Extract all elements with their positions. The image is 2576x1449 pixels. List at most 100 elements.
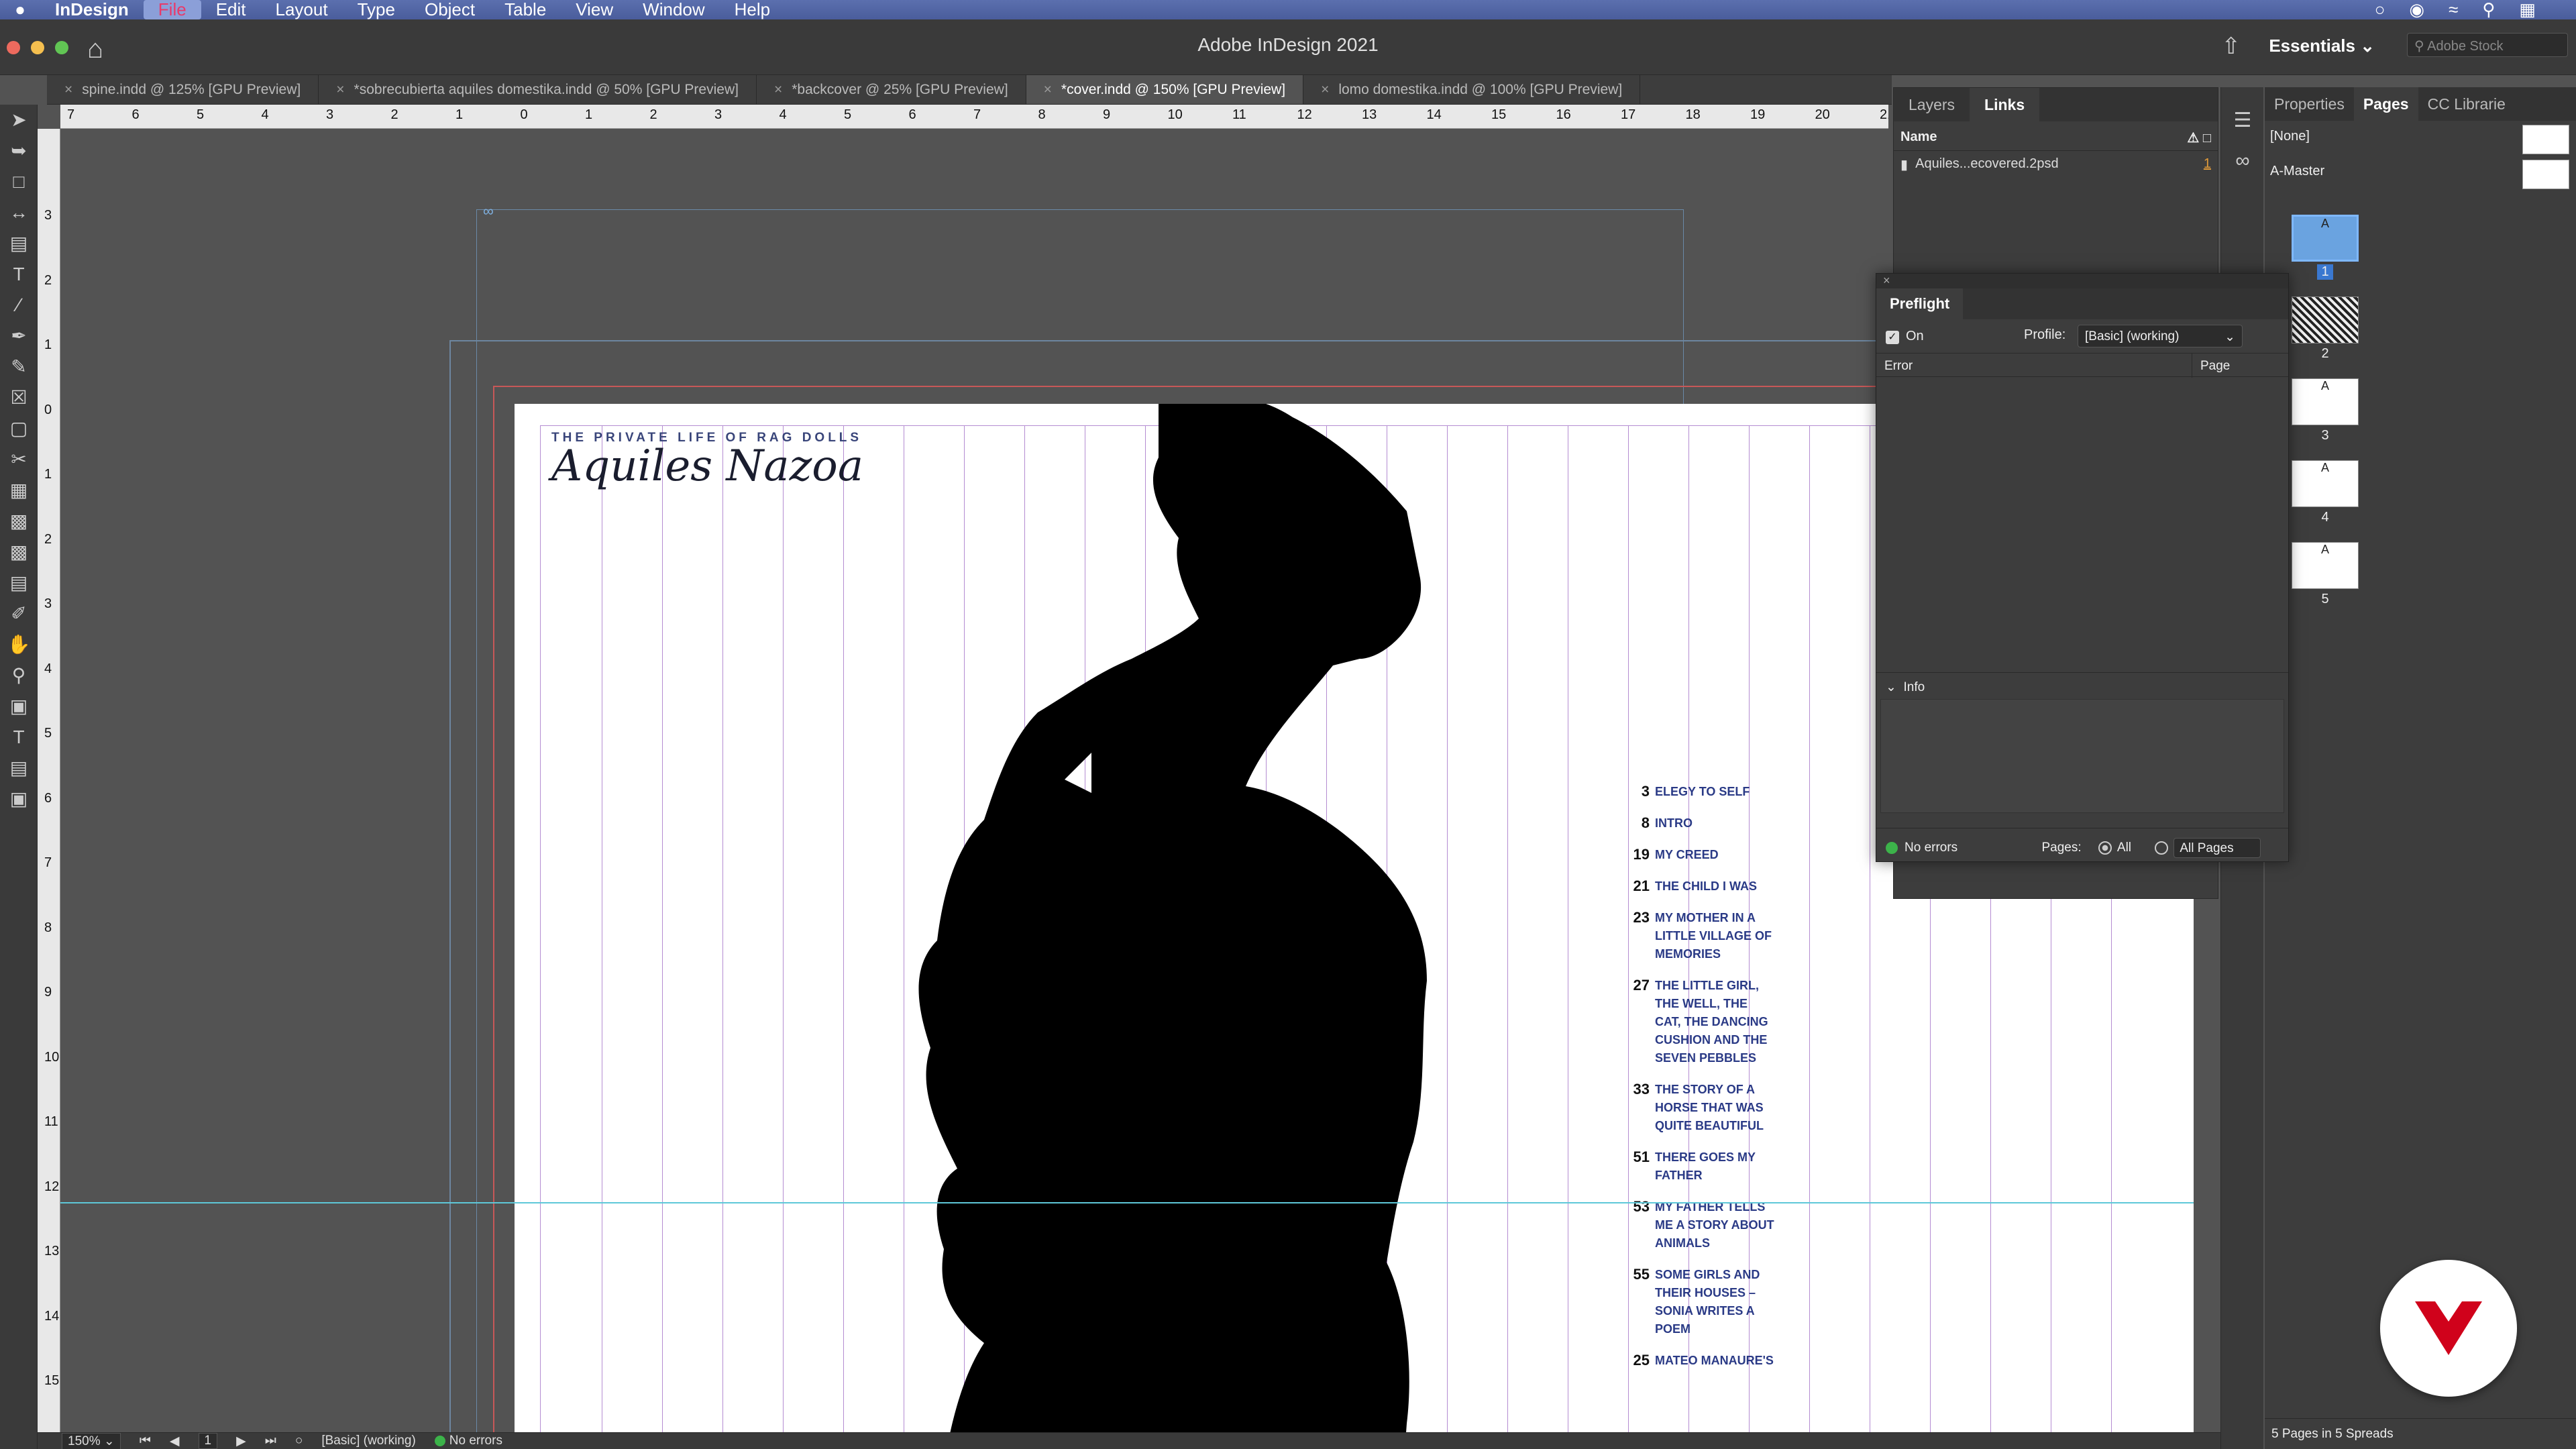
fill-stroke-icon[interactable]: ▣ (0, 691, 38, 722)
tab-lomo[interactable]: × lomo domestika.indd @ 100% [GPU Preview… (1303, 75, 1641, 104)
page-number-field[interactable]: 1 (198, 1433, 218, 1449)
tab-preflight[interactable]: Preflight (1876, 288, 1964, 319)
content-collector-icon[interactable]: ▤ (0, 228, 38, 259)
link-page-number[interactable]: 1 (2204, 156, 2211, 172)
tab-cover[interactable]: × *cover.indd @ 150% [GPU Preview] (1026, 75, 1304, 104)
menu-help[interactable]: Help (720, 0, 785, 19)
control-center-icon[interactable]: ▦ (2519, 0, 2536, 20)
apply-none-icon[interactable]: ▤ (0, 753, 38, 784)
preflight-status-icon[interactable]: ○ (295, 1434, 303, 1448)
document-canvas[interactable]: ∞ THE PRIVATE LIFE OF RAG DOLLS Aquiles … (60, 129, 2194, 1432)
toc-entry[interactable]: 55 SOME GIRLS AND THEIR HOUSES – SONIA WR… (1628, 1266, 1829, 1338)
menu-type[interactable]: Type (343, 0, 410, 19)
menu-edit[interactable]: Edit (201, 0, 261, 19)
link-row[interactable]: ▮ Aquiles...ecovered.2psd 1 (1894, 151, 2218, 178)
links-icon[interactable]: ∞ (2221, 141, 2264, 181)
selection-tool-icon[interactable]: ➤ (0, 105, 38, 136)
pen-tool-icon[interactable]: ✒ (0, 321, 38, 352)
toc-entry[interactable]: 8 INTRO (1628, 814, 1829, 833)
toc-entry[interactable]: 19 MY CREED (1628, 846, 1829, 864)
rag-doll-silhouette-image[interactable] (783, 404, 1554, 1432)
apple-icon[interactable]: ● (0, 0, 40, 20)
adobe-stock-search[interactable]: ⚲ Adobe Stock (2407, 33, 2568, 57)
profile-select[interactable]: [Basic] (working) ⌄ (2078, 325, 2243, 347)
close-icon[interactable]: × (64, 82, 72, 97)
page-thumb-1[interactable]: A1 (2292, 215, 2359, 280)
page-thumb-5[interactable]: A5 (2292, 542, 2359, 607)
first-page-icon[interactable]: ⏮ (140, 1434, 151, 1448)
close-icon[interactable]: × (1044, 82, 1052, 97)
tab-properties[interactable]: Properties (2265, 87, 2354, 121)
page-range-select[interactable]: All Pages (2174, 838, 2261, 858)
creative-cloud-icon[interactable]: ○ (2375, 0, 2385, 20)
menu-file[interactable]: File (143, 0, 201, 19)
share-icon[interactable]: ⇧ (2222, 33, 2241, 60)
menu-table[interactable]: Table (490, 0, 561, 19)
prev-page-icon[interactable]: ◀ (170, 1434, 180, 1449)
gradient-tool-icon[interactable]: ▩ (0, 506, 38, 537)
tab-spine[interactable]: × spine.indd @ 125% [GPU Preview] (47, 75, 319, 104)
master-none[interactable]: [None] (2265, 121, 2576, 156)
tab-backcover[interactable]: × *backcover @ 25% [GPU Preview] (757, 75, 1026, 104)
scissors-tool-icon[interactable]: ✂ (0, 444, 38, 475)
free-transform-tool-icon[interactable]: ▦ (0, 475, 38, 506)
menu-layout[interactable]: Layout (261, 0, 343, 19)
gradient-feather-icon[interactable]: ▩ (0, 537, 38, 568)
page-thumb-2[interactable]: 2 (2292, 297, 2359, 362)
type-tool-icon[interactable]: T (0, 259, 38, 290)
toc-entry[interactable]: 51 THERE GOES MY FATHER (1628, 1148, 1829, 1185)
close-icon[interactable]: × (774, 82, 782, 97)
next-page-icon[interactable]: ▶ (236, 1434, 246, 1449)
screen-mode-icon[interactable]: ▣ (0, 784, 38, 814)
rectangle-tool-icon[interactable]: ▢ (0, 413, 38, 444)
toc-entry[interactable]: 23 MY MOTHER IN A LITTLE VILLAGE OF MEMOR… (1628, 909, 1829, 963)
panel-drag-bar[interactable]: × (1876, 274, 2288, 288)
page-thumb-4[interactable]: A4 (2292, 460, 2359, 525)
info-toggle[interactable]: ⌄ Info (1876, 672, 2288, 699)
tab-links[interactable]: Links (1970, 88, 2040, 121)
table-of-contents[interactable]: 3 ELEGY TO SELF 8 INTRO 19 MY CREED 21 THE CHIL… (1628, 783, 1829, 1383)
wifi-icon[interactable]: ≈ (2449, 0, 2458, 20)
tab-pages[interactable]: Pages (2353, 87, 2418, 121)
close-icon[interactable]: × (1321, 82, 1329, 97)
zoom-select[interactable]: 150% ⌄ (62, 1432, 121, 1449)
toc-entry[interactable]: 21 THE CHILD I WAS (1628, 877, 1829, 896)
menu-window[interactable]: Window (628, 0, 719, 19)
all-pages-radio[interactable] (2098, 841, 2112, 855)
tab-layers[interactable]: Layers (1894, 88, 1970, 121)
search-icon[interactable]: ⚲ (2482, 0, 2495, 20)
horizontal-guide[interactable] (60, 1202, 2194, 1203)
formatting-container-icon[interactable]: T (0, 722, 38, 753)
toc-entry[interactable]: 25 MATEO MANAURE'S (1628, 1352, 1829, 1370)
workspace-switcher[interactable]: Essentials ⌄ (2269, 36, 2375, 56)
error-column-header[interactable]: Error Page (1876, 353, 2288, 378)
vertical-ruler[interactable]: 3 2 1 0 1 2 3 4 5 6 7 8 9 10 11 12 13 14 15 (38, 129, 60, 1432)
hand-tool-icon[interactable]: ✋ (0, 629, 38, 660)
toc-entry[interactable]: 53 MY FATHER TELLS ME A STORY ABOUT ANIMA… (1628, 1198, 1829, 1252)
note-tool-icon[interactable]: ▤ (0, 568, 38, 598)
menu-app[interactable]: InDesign (40, 0, 144, 19)
toc-entry[interactable]: 33 THE STORY OF A HORSE THAT WAS QUITE BE… (1628, 1081, 1829, 1135)
preflight-on-checkbox[interactable]: ✓ (1886, 331, 1899, 344)
warning-icon[interactable]: ⚠ □ (2187, 129, 2211, 146)
layers-icon[interactable]: ☰ (2221, 101, 2264, 141)
line-tool-icon[interactable]: ∕ (0, 290, 38, 321)
tab-cc-libraries[interactable]: CC Librarie (2418, 87, 2515, 121)
error-list[interactable] (1876, 377, 2288, 672)
direct-selection-tool-icon[interactable]: ➥ (0, 136, 38, 166)
page-range-radio[interactable] (2155, 841, 2169, 855)
menu-object[interactable]: Object (410, 0, 490, 19)
zoom-tool-icon[interactable]: ⚲ (0, 660, 38, 691)
last-page-icon[interactable]: ⏭ (265, 1434, 276, 1448)
page-thumb-3[interactable]: A3 (2292, 378, 2359, 443)
errors-status[interactable]: No errors (434, 1434, 502, 1448)
tab-sobrecubierta[interactable]: × *sobrecubierta aquiles domestika.indd @… (319, 75, 757, 104)
horizontal-ruler[interactable]: 7 6 5 4 3 2 1 0 1 2 3 4 5 6 7 8 9 10 11 12 13 14 15 16 17 18 19 20 2… (60, 105, 1888, 129)
domestika-logo-badge[interactable] (2380, 1260, 2517, 1397)
rectangle-frame-tool-icon[interactable]: ☒ (0, 382, 38, 413)
toc-entry[interactable]: 27 THE LITTLE GIRL, THE WELL, THE CAT, TH… (1628, 977, 1829, 1067)
page-tool-icon[interactable]: □ (0, 166, 38, 197)
profile-status[interactable]: [Basic] (working) (321, 1434, 415, 1448)
toc-entry[interactable]: 3 ELEGY TO SELF (1628, 783, 1829, 801)
sync-icon[interactable]: ◉ (2409, 0, 2424, 20)
